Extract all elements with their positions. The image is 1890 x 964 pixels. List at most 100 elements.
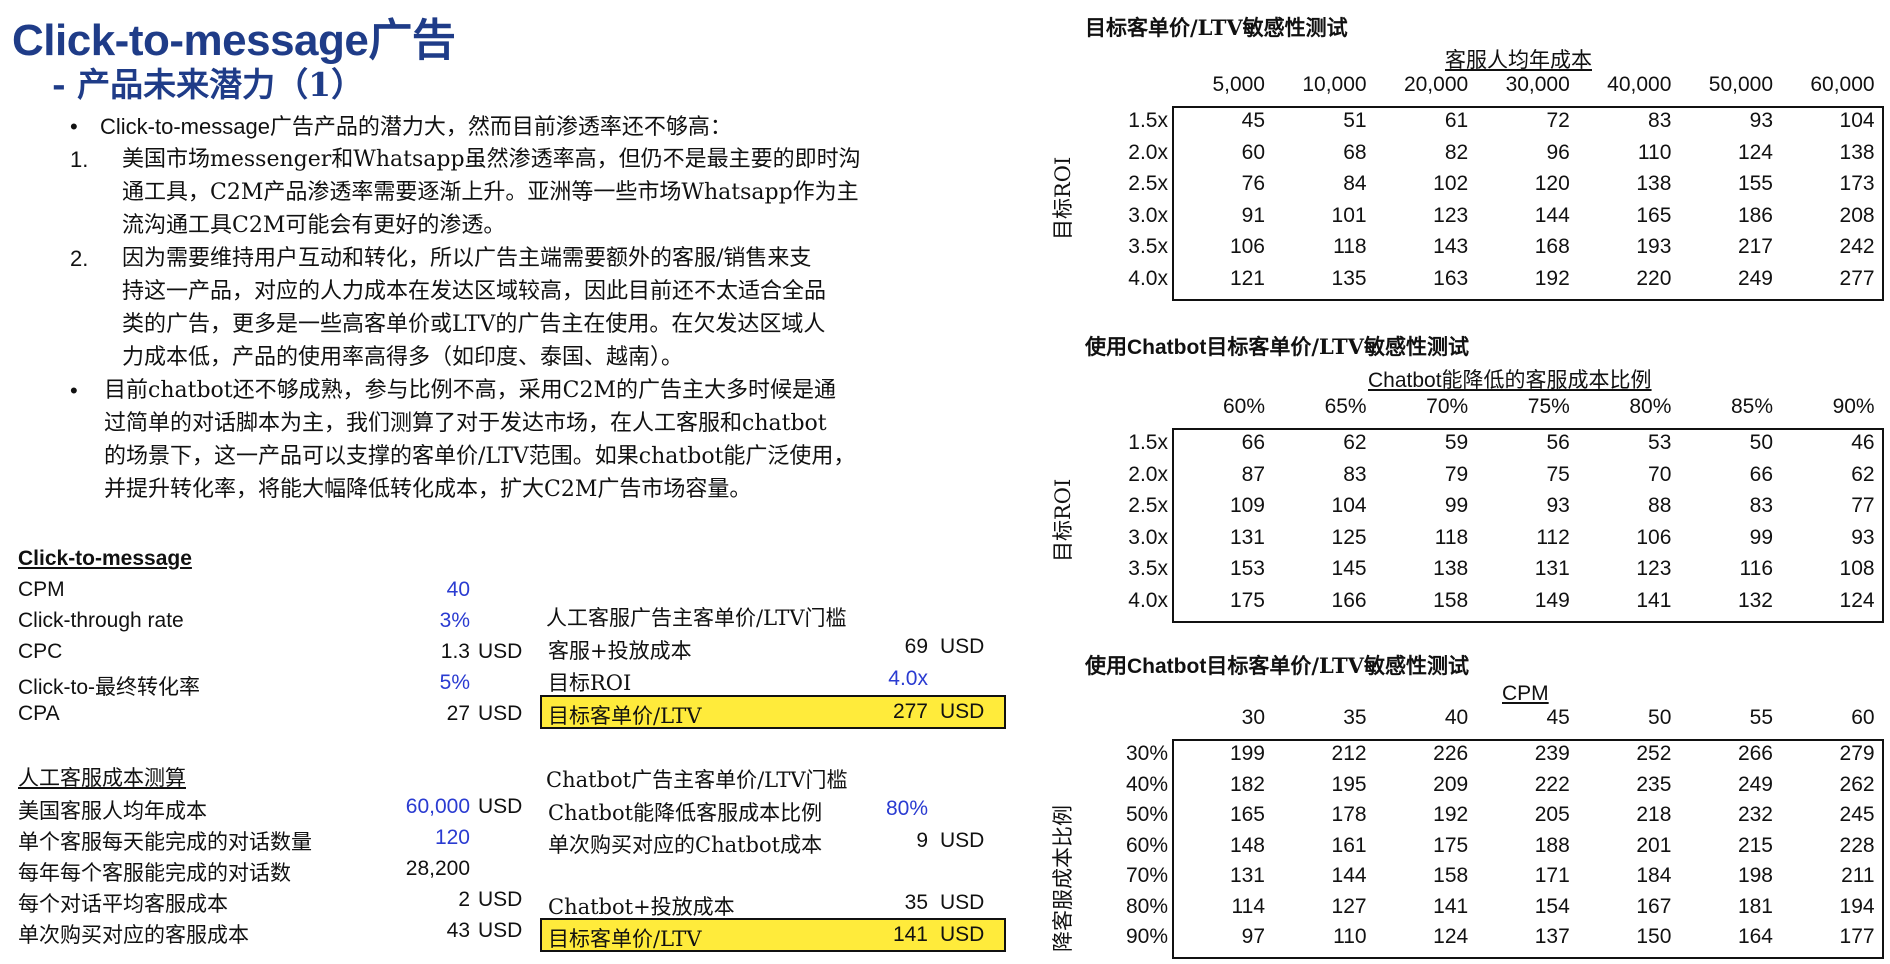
table-cell: 66 — [1241, 431, 1265, 454]
page-subtitle: - 产品未来潜力（1） — [52, 65, 365, 104]
table-cell: 144 — [1534, 203, 1570, 227]
table-cell: 104 — [1331, 494, 1367, 517]
table-cell: 121 — [1229, 266, 1265, 290]
table-cell: 154 — [1534, 894, 1570, 918]
calc-value: 4.0x — [888, 667, 928, 690]
column-header: 60 — [1851, 706, 1875, 729]
bullet-2-line: 的场景下，这一产品可以支撑的客单价/LTV范围。如果chatbot能广泛使用， — [104, 444, 856, 469]
calc-label: 每个对话平均客服成本 — [18, 892, 228, 916]
table-cell: 192 — [1433, 803, 1469, 826]
table-cell: 266 — [1737, 742, 1773, 765]
table-cell: 138 — [1433, 557, 1469, 580]
calc-label: 每年每个客服能完成的对话数 — [18, 861, 291, 885]
column-header: 30,000 — [1505, 73, 1570, 96]
item-2-line: 持这一产品，对应的人力成本在发达区域较高，因此目前还不太适合全品 — [122, 279, 827, 304]
calc-value: 43 — [446, 919, 470, 942]
table-cell: 61 — [1444, 109, 1469, 132]
item-1-line: 美国市场messenger和Whatsapp虽然渗透率高，但仍不是最主要的即时沟 — [122, 147, 861, 172]
calc-unit: USD — [478, 795, 523, 818]
table-cell: 188 — [1534, 833, 1570, 857]
calc-label: 客服+投放成本 — [548, 639, 692, 663]
table-cell: 51 — [1343, 109, 1367, 132]
chatbot-ltv-result-label: 目标客单价/LTV — [548, 927, 702, 951]
row-axis-label: 目标ROI — [1051, 156, 1075, 240]
item-2-line: 类的广告，更多是一些高客单价或LTV的广告主在使用。在欠发达区域人 — [122, 312, 826, 337]
table-cell: 59 — [1444, 431, 1469, 454]
column-header: 50 — [1648, 706, 1672, 729]
table-cell: 91 — [1241, 203, 1265, 227]
table-cell: 193 — [1636, 235, 1672, 258]
table-cell: 182 — [1229, 772, 1265, 796]
table-cell: 141 — [1636, 588, 1672, 612]
table-cell: 87 — [1241, 462, 1265, 486]
table-cell: 198 — [1737, 864, 1773, 887]
table-cell: 127 — [1331, 894, 1367, 918]
calc-label: 单次购买对应的Chatbot成本 — [548, 833, 823, 857]
table-cell: 217 — [1737, 235, 1773, 258]
table-cell: 46 — [1851, 431, 1875, 454]
calc-label: 目标ROI — [548, 671, 632, 695]
sens2-title-bold: Chatbot — [1127, 336, 1207, 359]
item-number-2: 2. — [70, 246, 89, 271]
table-cell: 249 — [1737, 772, 1773, 796]
table-cell: 68 — [1343, 140, 1367, 164]
table-cell: 124 — [1839, 588, 1875, 612]
table-cell: 143 — [1433, 235, 1469, 258]
table-cell: 123 — [1636, 557, 1672, 580]
row-header: 2.0x — [1128, 140, 1168, 164]
row-header: 1.5x — [1128, 109, 1168, 132]
calc-value: 60,000 — [405, 795, 470, 818]
calc-unit: USD — [478, 640, 523, 663]
bullet-2-line: 目前chatbot还不够成熟，参与比例不高，采用C2M的广告主大多时候是通 — [104, 378, 836, 403]
row-header: 3.0x — [1128, 525, 1168, 549]
table-cell: 124 — [1433, 925, 1469, 948]
table-cell: 83 — [1749, 494, 1773, 517]
row-header: 40% — [1125, 772, 1168, 796]
table-cell: 79 — [1444, 462, 1469, 486]
column-header: 45 — [1546, 706, 1570, 729]
table-cell: 75 — [1546, 462, 1570, 486]
row-axis-label: 降客服成本比例 — [1051, 805, 1075, 952]
column-header: 30 — [1241, 706, 1265, 729]
calc-label: 单个客服每天能完成的对话数量 — [18, 830, 312, 854]
column-header: 40,000 — [1607, 73, 1672, 96]
table-cell: 137 — [1534, 925, 1570, 948]
chatbot-ltv-result-value: 141 — [892, 923, 928, 946]
table-cell: 104 — [1839, 109, 1875, 132]
table-cell: 181 — [1737, 894, 1773, 918]
sens3-title: 使用Chatbot目标客单价/LTV敏感性测试 — [1085, 650, 1469, 680]
row-header: 1.5x — [1128, 431, 1168, 454]
chatbot-ltv-heading: Chatbot广告主客单价/LTV门槛 — [546, 768, 848, 792]
table-cell: 82 — [1444, 140, 1469, 164]
table-cell: 222 — [1534, 772, 1570, 796]
table-cell: 70 — [1648, 462, 1672, 486]
calc-label: Chatbot+投放成本 — [548, 895, 735, 919]
table-cell: 109 — [1229, 494, 1265, 517]
table-cell: 226 — [1433, 742, 1469, 765]
sens3-caption: CPM — [1502, 682, 1549, 705]
bullet-marker: • — [70, 378, 78, 403]
row-header: 50% — [1125, 803, 1168, 826]
row-header: 30% — [1125, 742, 1168, 765]
table-cell: 215 — [1737, 833, 1773, 857]
table-cell: 118 — [1333, 235, 1367, 258]
calc-value: 28,200 — [405, 857, 470, 880]
table-cell: 53 — [1648, 431, 1672, 454]
table-cell: 171 — [1534, 864, 1570, 887]
row-header: 2.5x — [1128, 172, 1168, 195]
column-header: 85% — [1730, 395, 1773, 418]
table-cell: 220 — [1636, 266, 1672, 290]
table-cell: 84 — [1343, 172, 1367, 195]
human-ltv-result-label: 目标客单价/LTV — [548, 704, 702, 728]
table-cell: 164 — [1737, 925, 1773, 948]
column-header: 50,000 — [1708, 73, 1773, 96]
table-cell: 145 — [1331, 557, 1367, 580]
table-cell: 125 — [1331, 525, 1367, 549]
table-cell: 165 — [1229, 803, 1265, 826]
table-cell: 101 — [1331, 203, 1367, 227]
column-header: 75% — [1527, 395, 1570, 418]
chatbot-ltv-result-unit: USD — [940, 923, 985, 946]
calc-value: 27 — [446, 702, 470, 725]
human-ltv-result-value: 277 — [892, 700, 928, 723]
table-cell: 93 — [1851, 525, 1875, 549]
